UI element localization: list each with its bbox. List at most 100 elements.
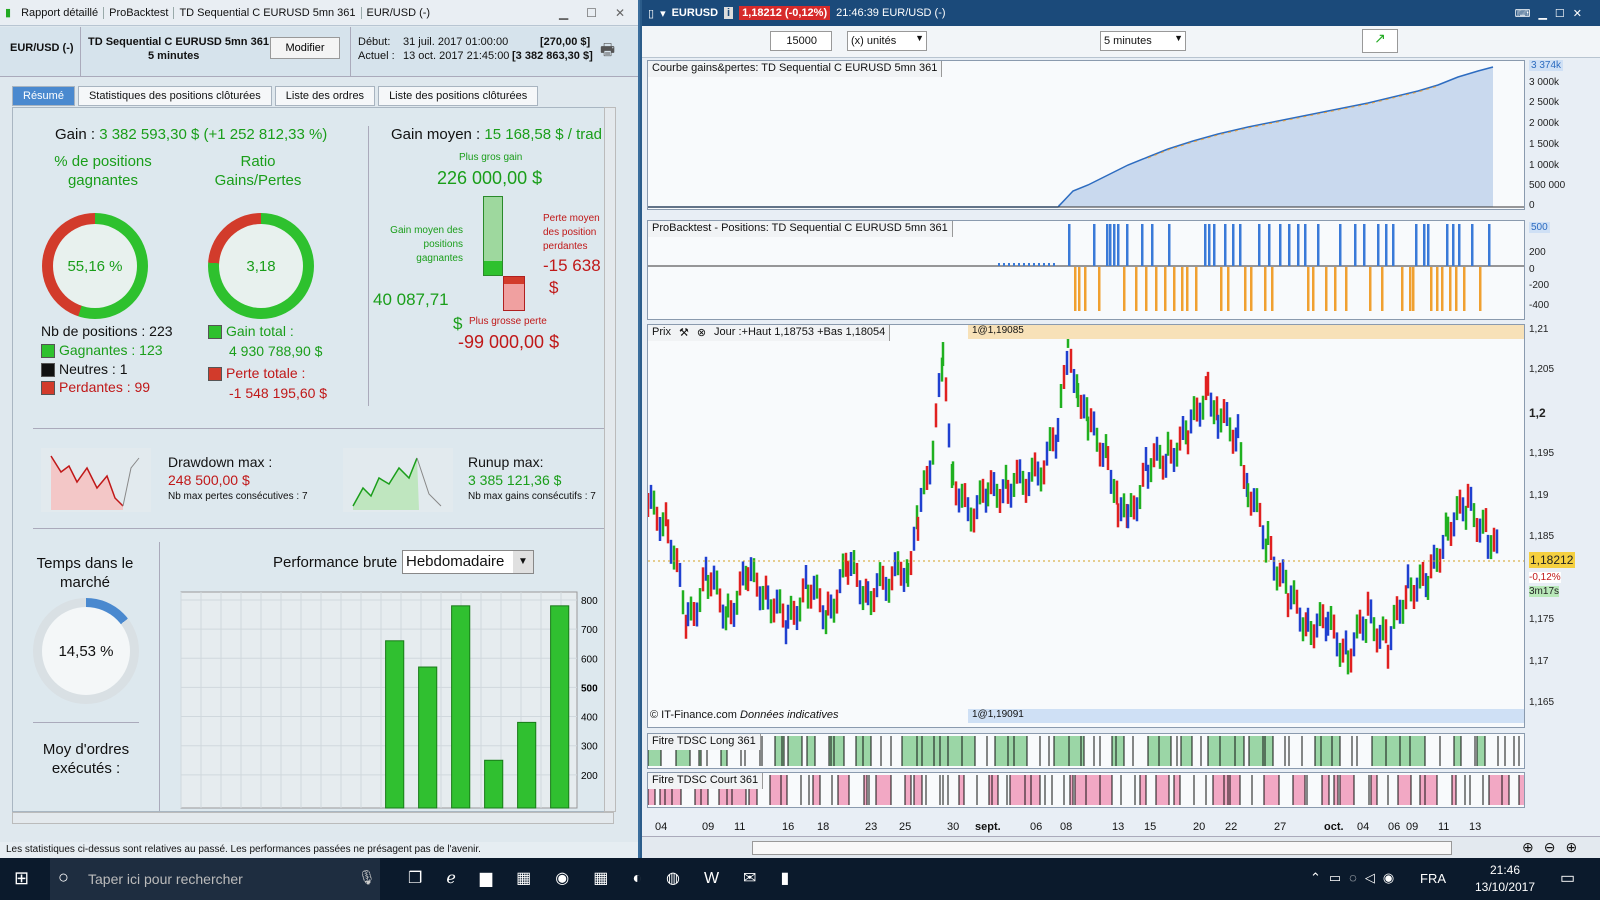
position-bar-gain [1339, 224, 1342, 266]
position-bar-gain [1288, 224, 1291, 266]
left-titlebar: ▮ Rapport détaillé ProBacktest TD Sequen… [0, 0, 638, 26]
neutral-count: Neutres : 1 [59, 361, 128, 377]
chart-titlebar: ▯ ▾ EURUSD i 1,18212 (-0,12%) 21:46:39 E… [642, 0, 1600, 26]
zoom-icon[interactable]: ⊕⊖⊕ [1522, 839, 1587, 856]
short-filter-title: Fitre TDSC Court 361 [648, 773, 764, 789]
position-bar-loss [1463, 267, 1466, 311]
tab-orders[interactable]: Liste des ordres [274, 86, 376, 106]
winning-swatch [41, 344, 55, 359]
timeframe-label: 5 minutes [148, 50, 200, 62]
windows-start-icon[interactable]: ⊞ [14, 868, 29, 889]
filter-on-block [1321, 736, 1332, 766]
taskbar-app-icons[interactable]: ❐ℯ▆▦◉▦◐◍W✉▮ [408, 868, 813, 888]
tab-closed-positions[interactable]: Liste des positions clôturées [378, 86, 539, 106]
filter-on-block [838, 775, 849, 805]
qty-unit-select[interactable]: (x) unités ▼ [847, 31, 927, 51]
filter-on-block [1148, 736, 1159, 766]
search-icon: ○ [58, 867, 69, 887]
dollar-sign-loss: $ [549, 278, 559, 297]
x-tick: 11 [734, 821, 746, 833]
modify-button[interactable]: Modifier [270, 37, 340, 59]
chevron-down-icon[interactable]: ▼ [513, 551, 533, 573]
gain-total: 4 930 788,90 $ [229, 343, 323, 359]
filter-on-block [813, 775, 820, 805]
perf-select-value: Hebdomadaire [406, 553, 505, 570]
filter-on-block [1025, 775, 1031, 805]
x-tick: 06 [1030, 821, 1043, 833]
filter-on-block [917, 736, 922, 766]
filter-on-block [1398, 775, 1411, 805]
tab-instrument[interactable]: EUR/USD (-) [362, 7, 436, 19]
perf-bar [385, 640, 405, 809]
position-bar-loss [1084, 267, 1087, 311]
equity-yaxis: 3 374k 3 000k 2 500k 2 000k 1 500k 1 000… [1529, 60, 1566, 211]
drawdown-sub: Nb max pertes consécutives : 7 [168, 491, 308, 502]
microphone-icon[interactable]: 🎙 [358, 869, 376, 886]
position-bar-loss [1074, 267, 1077, 311]
drawdown-value: 248 500,00 $ [168, 472, 250, 488]
current-value: [3 382 863,30 $] [512, 50, 593, 62]
perf-ytick: 300 [581, 742, 598, 753]
filter-on-block [1156, 775, 1169, 805]
filter-on-block [1372, 736, 1386, 766]
plus-gros-gain-label: Plus gros gain [459, 152, 523, 163]
position-bar-gain [1208, 224, 1211, 266]
maximize-icon[interactable]: ☐ [581, 6, 602, 20]
current-date: 13 oct. 2017 21:45:00 [403, 50, 510, 62]
filter-on-block [902, 736, 917, 766]
x-tick: 27 [1274, 821, 1287, 833]
x-tick: oct. [1324, 821, 1344, 833]
position-bar-gain [998, 263, 1000, 266]
price-bottom-bar: 1@1,19091 [968, 709, 1524, 723]
tab-resume[interactable]: Résumé [12, 86, 75, 106]
tab-stats[interactable]: Statistiques des positions clôturées [77, 86, 272, 106]
position-bar-loss [1135, 267, 1138, 311]
losing-swatch [41, 381, 55, 396]
positions-title: ProBacktest - Positions: TD Sequential C… [648, 221, 953, 237]
clock-date: 13/10/2017 [1474, 880, 1536, 894]
chevron-down-icon[interactable]: ▼ [915, 33, 924, 43]
indicator-icon[interactable]: ↗ [1362, 29, 1398, 53]
position-bar-gain [1106, 224, 1109, 266]
filter-on-block [1075, 775, 1086, 805]
perf-select[interactable]: Hebdomadaire ▼ [402, 550, 534, 574]
position-bar-loss [1264, 267, 1267, 311]
info-icon[interactable]: i [724, 7, 734, 19]
window-controls[interactable]: ⌨▁☐✕ [1515, 7, 1600, 20]
wrench-icon[interactable]: ⚒ [679, 326, 689, 340]
chart-scrollbar[interactable] [752, 841, 1452, 855]
chevron-down-icon[interactable]: ▾ [660, 7, 666, 20]
perf-ytick: 600 [581, 654, 598, 665]
chart-instrument[interactable]: EURUSD [672, 7, 718, 19]
position-bar-gain [1204, 224, 1207, 266]
filter-on-block [1100, 775, 1112, 805]
language-indicator[interactable]: FRA [1420, 871, 1446, 886]
price-badge: 1,18212 (-0,12%) [739, 6, 831, 20]
perf-bar [418, 666, 438, 809]
ratio-donut: 3,18 [208, 213, 314, 319]
tab-probacktest[interactable]: ProBacktest [104, 6, 175, 19]
close-icon[interactable]: ✕ [610, 6, 630, 20]
tray-icons[interactable]: ⌃▭◌◁◉ [1310, 870, 1402, 886]
filter-on-block [1159, 736, 1171, 766]
tab-rapport[interactable]: Rapport détaillé [16, 6, 105, 19]
perf-ytick: 700 [581, 625, 598, 636]
print-icon[interactable]: 🖶 [600, 39, 615, 66]
qty-input[interactable]: 15000 [770, 31, 832, 51]
vertical-scrollbar[interactable] [604, 107, 616, 812]
filter-on-block [922, 736, 934, 766]
horizontal-scrollbar[interactable] [12, 812, 614, 824]
notification-icon[interactable]: ▭ [1560, 868, 1575, 888]
position-bar-loss [1244, 267, 1247, 311]
x-tick: 11 [1438, 821, 1450, 833]
close-icon[interactable]: ⊗ [697, 326, 706, 340]
chevron-down-icon[interactable]: ▼ [1174, 33, 1183, 43]
filter-on-block [1334, 775, 1338, 805]
tab-system[interactable]: TD Sequential C EURUSD 5mn 361 [174, 6, 362, 19]
position-bar-gain [1354, 224, 1357, 266]
search-box[interactable]: ○ Taper ici pour rechercher 🎙 [50, 858, 380, 900]
interval-select[interactable]: 5 minutes ▼ [1100, 31, 1186, 51]
minimize-icon[interactable]: ▁ [554, 6, 573, 20]
filter-on-block [1371, 775, 1377, 805]
x-tick: 16 [782, 821, 795, 833]
